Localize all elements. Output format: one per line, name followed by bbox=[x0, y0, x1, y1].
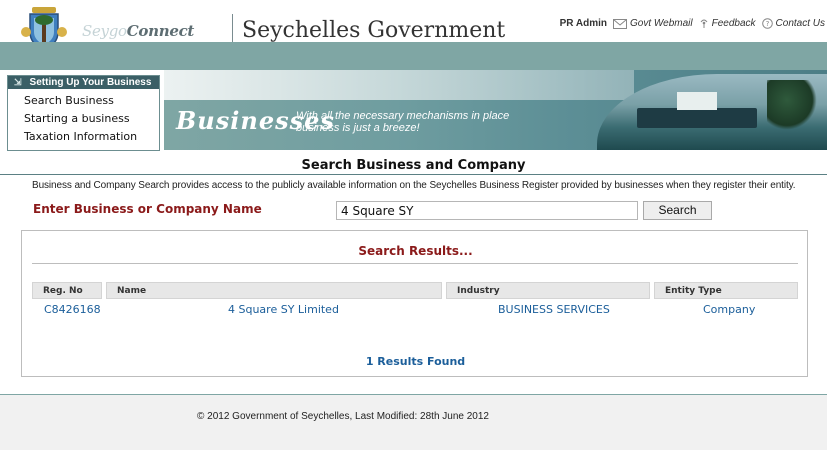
header-band bbox=[0, 42, 827, 70]
site-header: SeygoConnect Seychelles Government PR Ad… bbox=[0, 0, 827, 51]
svg-text:?: ? bbox=[765, 20, 769, 28]
govt-webmail-link[interactable]: Govt Webmail bbox=[612, 18, 693, 29]
pr-admin-link[interactable]: PR Admin bbox=[560, 18, 607, 29]
sidebar-list: Search Business Starting a business Taxa… bbox=[8, 89, 159, 146]
reg-no-link[interactable]: C8426168 bbox=[44, 303, 101, 316]
page: SeygoConnect Seychelles Government PR Ad… bbox=[0, 0, 827, 450]
sidebar-item-starting-business[interactable]: Starting a business bbox=[24, 110, 159, 128]
brand-strong-text: Connect bbox=[126, 22, 195, 40]
title-divider bbox=[0, 174, 827, 175]
page-site-title: Seychelles Government bbox=[242, 18, 506, 43]
banner-tagline-line-1: With all the necessary mechanisms in pla… bbox=[296, 110, 510, 122]
banner-highlight bbox=[164, 70, 634, 100]
intro-text: Business and Company Search provides acc… bbox=[32, 180, 796, 191]
table-row: C8426168 4 Square SY Limited BUSINESS SE… bbox=[32, 303, 798, 319]
column-header-name[interactable]: Name bbox=[106, 282, 442, 299]
feedback-icon bbox=[700, 19, 708, 28]
sidebar-heading-label: Setting Up Your Business bbox=[29, 77, 152, 88]
sidebar: ⇲ Setting Up Your Business Search Busine… bbox=[7, 75, 160, 151]
banner-tagline-line-2: business is just a breeze! bbox=[296, 122, 420, 134]
results-table-header: Reg. No Name Industry Entity Type bbox=[32, 282, 798, 299]
results-heading: Search Results... bbox=[358, 244, 473, 258]
govt-webmail-label: Govt Webmail bbox=[629, 18, 693, 29]
search-label: Enter Business or Company Name bbox=[33, 202, 262, 216]
sidebar-heading: ⇲ Setting Up Your Business bbox=[8, 76, 159, 89]
expand-icon: ⇲ bbox=[14, 77, 22, 87]
feedback-label: Feedback bbox=[711, 18, 756, 29]
results-divider bbox=[32, 263, 798, 264]
site-footer: © 2012 Government of Seychelles, Last Mo… bbox=[0, 394, 827, 450]
feedback-link[interactable]: Feedback bbox=[699, 18, 756, 29]
top-links: PR Admin Govt Webmail Feedback ? Contact… bbox=[560, 18, 825, 29]
seygo-connect-logo[interactable]: SeygoConnect bbox=[82, 22, 194, 40]
search-button[interactable]: Search bbox=[643, 201, 712, 220]
contact-us-label: Contact Us bbox=[775, 18, 825, 29]
businesses-banner: Businesses With all the necessary mechan… bbox=[164, 70, 827, 150]
column-header-industry[interactable]: Industry bbox=[446, 282, 650, 299]
page-title: Search Business and Company bbox=[301, 158, 526, 173]
banner-tagline: With all the necessary mechanisms in pla… bbox=[296, 110, 509, 134]
footer-text: © 2012 Government of Seychelles, Last Mo… bbox=[197, 411, 489, 422]
column-header-entity-type[interactable]: Entity Type bbox=[654, 282, 798, 299]
results-panel: Search Results... Reg. No Name Industry … bbox=[21, 230, 808, 377]
contact-us-link[interactable]: ? Contact Us bbox=[761, 18, 825, 29]
help-icon: ? bbox=[761, 18, 773, 29]
search-input[interactable] bbox=[336, 201, 638, 220]
ship-hull-shape bbox=[637, 108, 757, 128]
results-count: 1 Results Found bbox=[365, 355, 466, 368]
brand-light-text: Seygo bbox=[82, 22, 127, 40]
company-name-link[interactable]: 4 Square SY Limited bbox=[228, 303, 339, 316]
palm-tree-shape bbox=[767, 80, 817, 130]
mail-icon bbox=[612, 18, 627, 29]
entity-type-cell: Company bbox=[703, 303, 756, 316]
ship-cabin-shape bbox=[677, 92, 717, 110]
industry-cell: BUSINESS SERVICES bbox=[498, 303, 610, 316]
column-header-reg-no[interactable]: Reg. No bbox=[32, 282, 102, 299]
sidebar-item-search-business[interactable]: Search Business bbox=[24, 92, 159, 110]
sidebar-item-taxation[interactable]: Taxation Information bbox=[24, 128, 159, 146]
